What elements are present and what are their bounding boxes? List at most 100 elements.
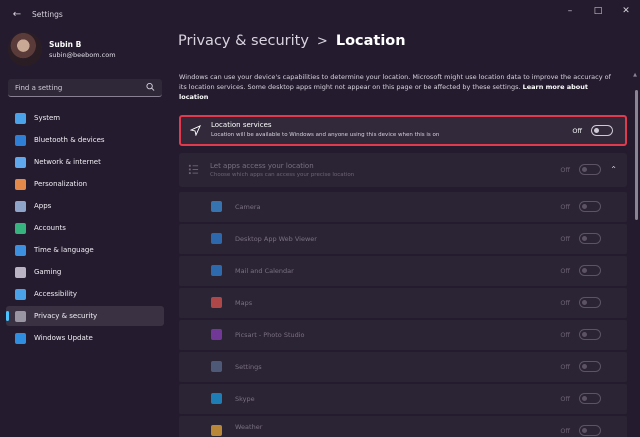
location-services-toggle[interactable] bbox=[591, 125, 613, 136]
sidebar-item-label: Network & internet bbox=[34, 158, 101, 166]
app-toggle[interactable] bbox=[579, 233, 601, 244]
update-icon bbox=[15, 332, 26, 344]
minimize-icon[interactable]: – bbox=[556, 0, 584, 22]
app-toggle[interactable] bbox=[579, 425, 601, 436]
sidebar-item-personalization[interactable]: Personalization bbox=[6, 174, 164, 194]
sidebar-item-network-internet[interactable]: Network & internet bbox=[6, 152, 164, 172]
app-row[interactable]: Desktop App Web Viewer Off bbox=[179, 224, 627, 254]
app-row[interactable]: Skype Off bbox=[179, 384, 627, 414]
shield-icon bbox=[15, 310, 26, 322]
person-icon bbox=[15, 222, 26, 234]
app-toggle[interactable] bbox=[579, 297, 601, 308]
app-row[interactable]: Picsart - Photo Studio Off bbox=[179, 320, 627, 350]
sidebar: Subin B subin@beebom.com System Bluetooth… bbox=[0, 28, 172, 437]
app-toggle-group: Off bbox=[560, 361, 601, 372]
profile-email: subin@beebom.com bbox=[49, 50, 116, 59]
app-toggle[interactable] bbox=[579, 201, 601, 212]
app-toggle-label: Off bbox=[560, 362, 570, 371]
app-row[interactable]: Camera Off bbox=[179, 192, 627, 222]
main-content: Privacy & security > Location Windows ca… bbox=[172, 28, 640, 437]
location-services-subtitle: Location will be available to Windows an… bbox=[211, 132, 440, 138]
app-toggle-label: Off bbox=[560, 298, 570, 307]
sidebar-item-system[interactable]: System bbox=[6, 108, 164, 128]
sidebar-nav: System Bluetooth & devices Network & inter… bbox=[6, 108, 164, 350]
close-icon[interactable]: ✕ bbox=[612, 0, 640, 22]
location-services-card[interactable]: Location services Location will be avail… bbox=[179, 115, 627, 146]
apps-access-toggle-group: Off bbox=[560, 164, 601, 175]
back-arrow-icon[interactable]: ← bbox=[6, 3, 28, 25]
app-row[interactable]: Mail and Calendar Off bbox=[179, 256, 627, 286]
app-toggle[interactable] bbox=[579, 329, 601, 340]
app-toggle-group: Off bbox=[560, 265, 601, 276]
sidebar-item-accounts[interactable]: Accounts bbox=[6, 218, 164, 238]
scroll-up-icon[interactable]: ▲ bbox=[633, 72, 637, 78]
app-name: Settings bbox=[235, 363, 262, 371]
sidebar-item-label: Apps bbox=[34, 202, 52, 210]
wifi-icon bbox=[15, 156, 26, 168]
avatar bbox=[8, 32, 42, 66]
sidebar-item-time-language[interactable]: Time & language bbox=[6, 240, 164, 260]
sidebar-item-bluetooth-devices[interactable]: Bluetooth & devices bbox=[6, 130, 164, 150]
location-services-title: Location services bbox=[211, 121, 272, 129]
sidebar-item-label: Accessibility bbox=[34, 290, 78, 298]
app-row[interactable]: Maps Off bbox=[179, 288, 627, 318]
sidebar-item-label: Privacy & security bbox=[34, 312, 98, 320]
sidebar-item-label: Windows Update bbox=[34, 334, 93, 342]
apps-access-title: Let apps access your location bbox=[210, 162, 314, 170]
app-toggle-label: Off bbox=[560, 394, 570, 403]
search-icon[interactable] bbox=[146, 82, 155, 92]
globe-clock-icon bbox=[15, 244, 26, 256]
sidebar-item-label: Personalization bbox=[34, 180, 88, 188]
settings-gear-icon bbox=[211, 361, 222, 372]
app-row[interactable]: Settings Off bbox=[179, 352, 627, 382]
system-icon bbox=[15, 112, 26, 124]
sidebar-item-label: System bbox=[34, 114, 61, 122]
chevron-up-icon[interactable]: ⌃ bbox=[610, 165, 617, 174]
app-row[interactable]: Weather Off bbox=[179, 416, 627, 437]
app-toggle-group: Off bbox=[560, 233, 601, 244]
app-toggle-label: Off bbox=[560, 202, 570, 211]
app-toggle[interactable] bbox=[579, 361, 601, 372]
weather-icon bbox=[211, 425, 222, 436]
sidebar-item-apps[interactable]: Apps bbox=[6, 196, 164, 216]
search-box[interactable] bbox=[8, 79, 162, 97]
sidebar-item-windows-update[interactable]: Windows Update bbox=[6, 328, 164, 348]
app-name: Maps bbox=[235, 299, 253, 307]
sidebar-item-gaming[interactable]: Gaming bbox=[6, 262, 164, 282]
apps-access-card[interactable]: Let apps access your location Choose whi… bbox=[179, 153, 627, 187]
page-title: Location bbox=[335, 33, 406, 49]
mail-icon bbox=[211, 265, 222, 276]
app-toggle-label: Off bbox=[560, 234, 570, 243]
apps-access-toggle[interactable] bbox=[579, 164, 601, 175]
sidebar-item-label: Time & language bbox=[34, 246, 94, 254]
app-toggle-group: Off bbox=[560, 329, 601, 340]
apps-access-subtitle: Choose which apps can access your precis… bbox=[210, 172, 355, 178]
search-input[interactable] bbox=[15, 83, 140, 92]
breadcrumb: Privacy & security > Location bbox=[178, 33, 406, 49]
skype-icon bbox=[211, 393, 222, 404]
user-profile[interactable]: Subin B subin@beebom.com bbox=[8, 32, 116, 66]
app-toggle-group: Off bbox=[560, 393, 601, 404]
window-title: Settings bbox=[32, 9, 63, 19]
app-name: Skype bbox=[235, 395, 255, 403]
app-toggle-group: Off bbox=[560, 297, 601, 308]
app-name: Camera bbox=[235, 203, 261, 211]
title-bar: ← Settings – □ ✕ bbox=[0, 0, 640, 28]
scroll-thumb[interactable] bbox=[635, 90, 638, 220]
sidebar-item-label: Gaming bbox=[34, 268, 62, 276]
app-toggle[interactable] bbox=[579, 265, 601, 276]
app-name: Picsart - Photo Studio bbox=[235, 331, 305, 339]
list-icon bbox=[188, 164, 199, 175]
sidebar-item-privacy-security[interactable]: Privacy & security bbox=[6, 306, 164, 326]
breadcrumb-parent[interactable]: Privacy & security bbox=[178, 33, 309, 49]
maximize-icon[interactable]: □ bbox=[584, 0, 612, 22]
scrollbar[interactable] bbox=[635, 90, 638, 350]
maps-icon bbox=[211, 297, 222, 308]
sidebar-item-accessibility[interactable]: Accessibility bbox=[6, 284, 164, 304]
app-toggle[interactable] bbox=[579, 393, 601, 404]
profile-name: Subin B bbox=[49, 39, 82, 49]
bluetooth-icon bbox=[15, 134, 26, 146]
location-arrow-icon bbox=[190, 125, 201, 136]
app-toggle-label: Off bbox=[560, 266, 570, 275]
sidebar-item-label: Accounts bbox=[34, 224, 66, 232]
